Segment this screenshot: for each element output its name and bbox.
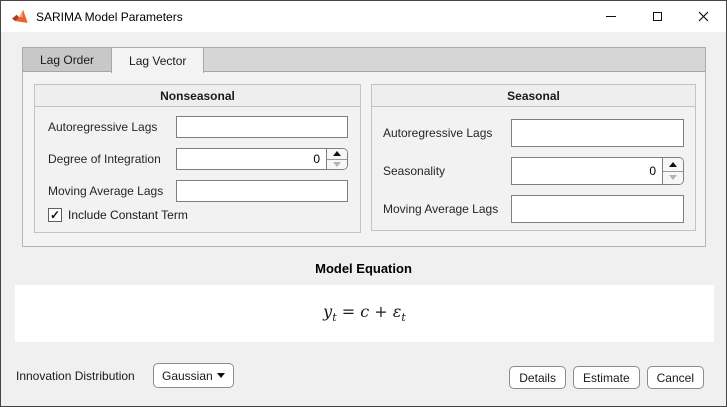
window-title: SARIMA Model Parameters (36, 10, 183, 24)
spinner-down-icon[interactable] (663, 172, 683, 185)
degree-of-integration-spinner (176, 148, 348, 170)
degree-of-integration-input[interactable] (177, 149, 326, 169)
nonseasonal-ar-lags-input[interactable] (176, 116, 348, 138)
seasonality-spinner (511, 157, 684, 185)
include-constant-checkbox[interactable]: ✓ (48, 208, 62, 222)
seasonal-panel: Seasonal Autoregressive Lags Seasonality… (371, 84, 696, 231)
spinner-buttons (326, 149, 347, 169)
model-equation-formula: yt = c + εt (323, 302, 406, 324)
lag-vector-tab-page: Nonseasonal Autoregressive Lags Degree o… (22, 71, 706, 247)
seasonal-ma-lags-label: Moving Average Lags (383, 202, 498, 216)
spinner-up-icon[interactable] (663, 158, 683, 172)
seasonality-label: Seasonality (383, 164, 445, 178)
chevron-down-icon (217, 373, 225, 378)
window-controls (588, 1, 726, 32)
spinner-up-icon[interactable] (327, 149, 347, 160)
nonseasonal-ar-lags-label: Autoregressive Lags (48, 120, 157, 134)
title-bar: SARIMA Model Parameters (1, 1, 726, 32)
seasonality-input[interactable] (512, 158, 662, 184)
nonseasonal-ma-lags-label: Moving Average Lags (48, 184, 163, 198)
degree-of-integration-label: Degree of Integration (48, 152, 161, 166)
include-constant-term-row: ✓ Include Constant Term (48, 208, 188, 222)
minimize-icon[interactable] (588, 1, 634, 32)
maximize-icon[interactable] (634, 1, 680, 32)
innovation-distribution-dropdown[interactable]: Gaussian (153, 363, 234, 388)
tab-lag-order[interactable]: Lag Order (23, 48, 112, 72)
tab-bar: Lag Order Lag Vector (22, 47, 706, 71)
estimate-button[interactable]: Estimate (573, 366, 640, 389)
nonseasonal-ma-lags-input[interactable] (176, 180, 348, 202)
include-constant-label: Include Constant Term (68, 208, 188, 222)
model-equation-title: Model Equation (1, 261, 726, 276)
seasonal-ma-lags-input[interactable] (511, 195, 684, 223)
seasonal-ar-lags-label: Autoregressive Lags (383, 126, 492, 140)
seasonal-panel-title: Seasonal (372, 85, 695, 107)
distribution-selected-value: Gaussian (162, 369, 213, 383)
nonseasonal-panel: Nonseasonal Autoregressive Lags Degree o… (34, 84, 361, 233)
innovation-distribution-label: Innovation Distribution (16, 364, 135, 388)
matlab-logo-icon (12, 9, 29, 24)
close-icon[interactable] (680, 1, 726, 32)
nonseasonal-panel-title: Nonseasonal (35, 85, 360, 107)
details-button[interactable]: Details (509, 366, 566, 389)
footer-buttons: Details Estimate Cancel (509, 366, 704, 389)
model-equation-box: yt = c + εt (15, 285, 714, 342)
spinner-down-icon[interactable] (327, 160, 347, 170)
tab-lag-vector[interactable]: Lag Vector (111, 48, 204, 73)
spinner-buttons (662, 158, 683, 184)
sarima-dialog-window: SARIMA Model Parameters Lag Order Lag Ve… (0, 0, 727, 407)
seasonal-ar-lags-input[interactable] (511, 119, 684, 147)
cancel-button[interactable]: Cancel (647, 366, 704, 389)
